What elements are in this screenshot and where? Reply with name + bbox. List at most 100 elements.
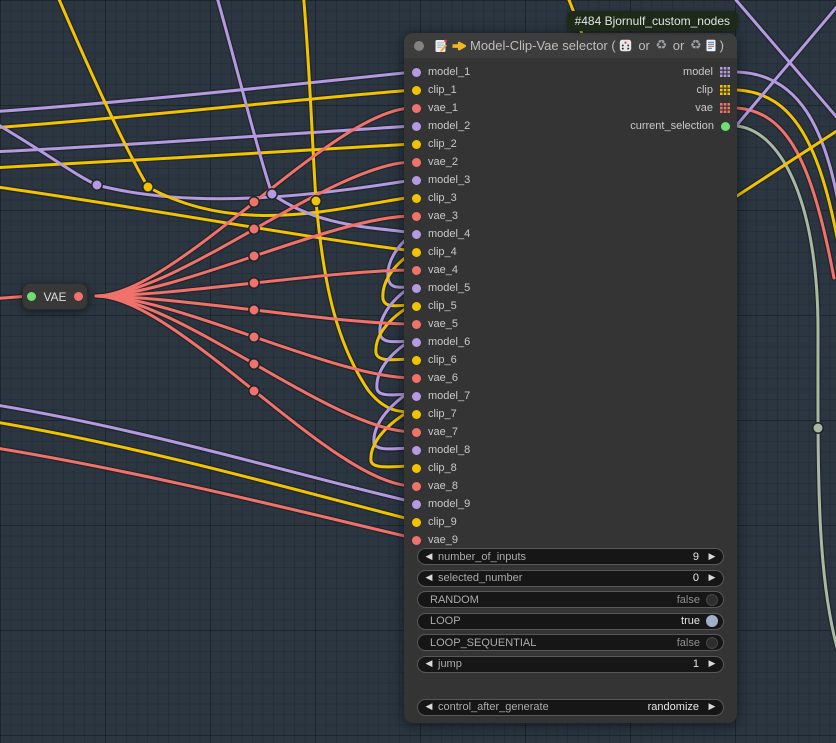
- widget-selected_number[interactable]: ◀selected_number0▶: [417, 570, 724, 587]
- output-socket-current_selection[interactable]: [721, 122, 730, 131]
- output-socket-vae[interactable]: [720, 103, 730, 113]
- document-icon: [705, 39, 717, 52]
- input-socket-model_7[interactable]: [412, 392, 421, 401]
- input-socket-model_2[interactable]: [412, 122, 421, 131]
- toggle-knob[interactable]: [706, 637, 718, 649]
- collapse-dot[interactable]: [414, 41, 424, 51]
- input-label: clip_6: [428, 354, 457, 366]
- graph-canvas[interactable]: VAE Model-Clip-Vae selector ( or ♻ or: [0, 0, 836, 743]
- decrement-arrow[interactable]: ◀: [422, 573, 436, 583]
- wire: [0, 120, 413, 199]
- vae-node-input-socket[interactable]: [27, 292, 36, 301]
- increment-arrow[interactable]: ▶: [705, 659, 719, 669]
- input-socket-model_3[interactable]: [412, 176, 421, 185]
- input-row-clip_2: clip_2: [404, 135, 604, 153]
- model-clip-vae-selector-node[interactable]: Model-Clip-Vae selector ( or ♻ or ♻ ) mo…: [404, 33, 737, 723]
- wire: [0, 404, 413, 502]
- input-socket-model_1[interactable]: [412, 68, 421, 77]
- widget-number_of_inputs[interactable]: ◀number_of_inputs9▶: [417, 548, 724, 565]
- input-socket-clip_7[interactable]: [412, 410, 421, 419]
- input-socket-clip_3[interactable]: [412, 194, 421, 203]
- increment-arrow[interactable]: ▶: [705, 552, 719, 562]
- input-socket-vae_2[interactable]: [412, 158, 421, 167]
- input-socket-model_4[interactable]: [412, 230, 421, 239]
- input-socket-vae_9[interactable]: [412, 536, 421, 545]
- pointing-hand-icon: [452, 39, 467, 52]
- increment-arrow[interactable]: ▶: [705, 702, 719, 712]
- title-or-2: or: [669, 38, 688, 53]
- input-socket-clip_5[interactable]: [412, 302, 421, 311]
- wire: [0, 144, 413, 168]
- input-socket-vae_7[interactable]: [412, 428, 421, 437]
- input-socket-clip_2[interactable]: [412, 140, 421, 149]
- widget-LOOP[interactable]: LOOPtrue: [417, 613, 724, 630]
- widget-RANDOM[interactable]: RANDOMfalse: [417, 591, 724, 608]
- wire: [215, 0, 413, 233]
- input-socket-model_9[interactable]: [412, 500, 421, 509]
- recycle-icon: ♻: [690, 39, 702, 52]
- vae-node[interactable]: VAE: [22, 283, 88, 310]
- input-socket-clip_9[interactable]: [412, 518, 421, 527]
- input-socket-vae_5[interactable]: [412, 320, 421, 329]
- wire: [0, 120, 413, 199]
- title-or-1: or: [635, 38, 654, 53]
- input-label: clip_5: [428, 300, 457, 312]
- title-prefix: Model-Clip-Vae selector (: [470, 38, 616, 53]
- wire: [736, 0, 836, 126]
- input-row-vae_3: vae_3: [404, 207, 604, 225]
- decrement-arrow[interactable]: ◀: [422, 659, 436, 669]
- input-socket-vae_3[interactable]: [412, 212, 421, 221]
- output-socket-clip[interactable]: [720, 85, 730, 95]
- vae-node-output-socket[interactable]: [74, 292, 83, 301]
- wire: [0, 421, 413, 520]
- wire: [303, 0, 413, 412]
- input-label: clip_2: [428, 138, 457, 150]
- input-socket-vae_1[interactable]: [412, 104, 421, 113]
- input-row-model_4: model_4: [404, 225, 604, 243]
- input-socket-model_6[interactable]: [412, 338, 421, 347]
- wire: [96, 108, 413, 296]
- decrement-arrow[interactable]: ◀: [422, 702, 436, 712]
- output-row-clip: clip: [537, 81, 737, 99]
- input-socket-model_8[interactable]: [412, 446, 421, 455]
- input-label: vae_9: [428, 534, 458, 546]
- increment-arrow[interactable]: ▶: [705, 573, 719, 583]
- toggle-knob[interactable]: [706, 615, 718, 627]
- input-socket-vae_4[interactable]: [412, 266, 421, 275]
- decrement-arrow[interactable]: ◀: [422, 552, 436, 562]
- widget-LOOP_SEQUENTIAL[interactable]: LOOP_SEQUENTIALfalse: [417, 634, 724, 651]
- input-socket-clip_6[interactable]: [412, 356, 421, 365]
- wire: [96, 296, 413, 486]
- wire: [96, 162, 413, 296]
- input-row-model_5: model_5: [404, 279, 604, 297]
- input-row-clip_6: clip_6: [404, 351, 604, 369]
- node-titlebar[interactable]: Model-Clip-Vae selector ( or ♻ or ♻ ): [404, 33, 737, 58]
- output-socket-model[interactable]: [720, 67, 730, 77]
- input-socket-clip_4[interactable]: [412, 248, 421, 257]
- wire: [0, 447, 413, 538]
- link-midpoint-dot: [267, 189, 277, 199]
- wire: [0, 404, 413, 502]
- input-label: model_2: [428, 120, 470, 132]
- output-row-model: model: [537, 63, 737, 81]
- widget-control_after_generate[interactable]: ◀control_after_generaterandomize▶: [417, 699, 724, 716]
- input-row-clip_5: clip_5: [404, 297, 604, 315]
- input-label: model_8: [428, 444, 470, 456]
- input-socket-model_5[interactable]: [412, 284, 421, 293]
- input-row-vae_4: vae_4: [404, 261, 604, 279]
- input-label: model_4: [428, 228, 470, 240]
- widget-jump[interactable]: ◀jump1▶: [417, 656, 724, 673]
- input-socket-clip_8[interactable]: [412, 464, 421, 473]
- input-socket-vae_8[interactable]: [412, 482, 421, 491]
- widget-value: true: [681, 615, 706, 627]
- link-midpoint-dot: [249, 386, 259, 396]
- input-label: model_9: [428, 498, 470, 510]
- input-socket-vae_6[interactable]: [412, 374, 421, 383]
- toggle-knob[interactable]: [706, 594, 718, 606]
- input-row-clip_4: clip_4: [404, 243, 604, 261]
- wire: [96, 270, 413, 296]
- widget-label: control_after_generate: [436, 701, 648, 713]
- input-socket-clip_1[interactable]: [412, 86, 421, 95]
- wire: [96, 162, 413, 296]
- widget-value: randomize: [648, 701, 705, 713]
